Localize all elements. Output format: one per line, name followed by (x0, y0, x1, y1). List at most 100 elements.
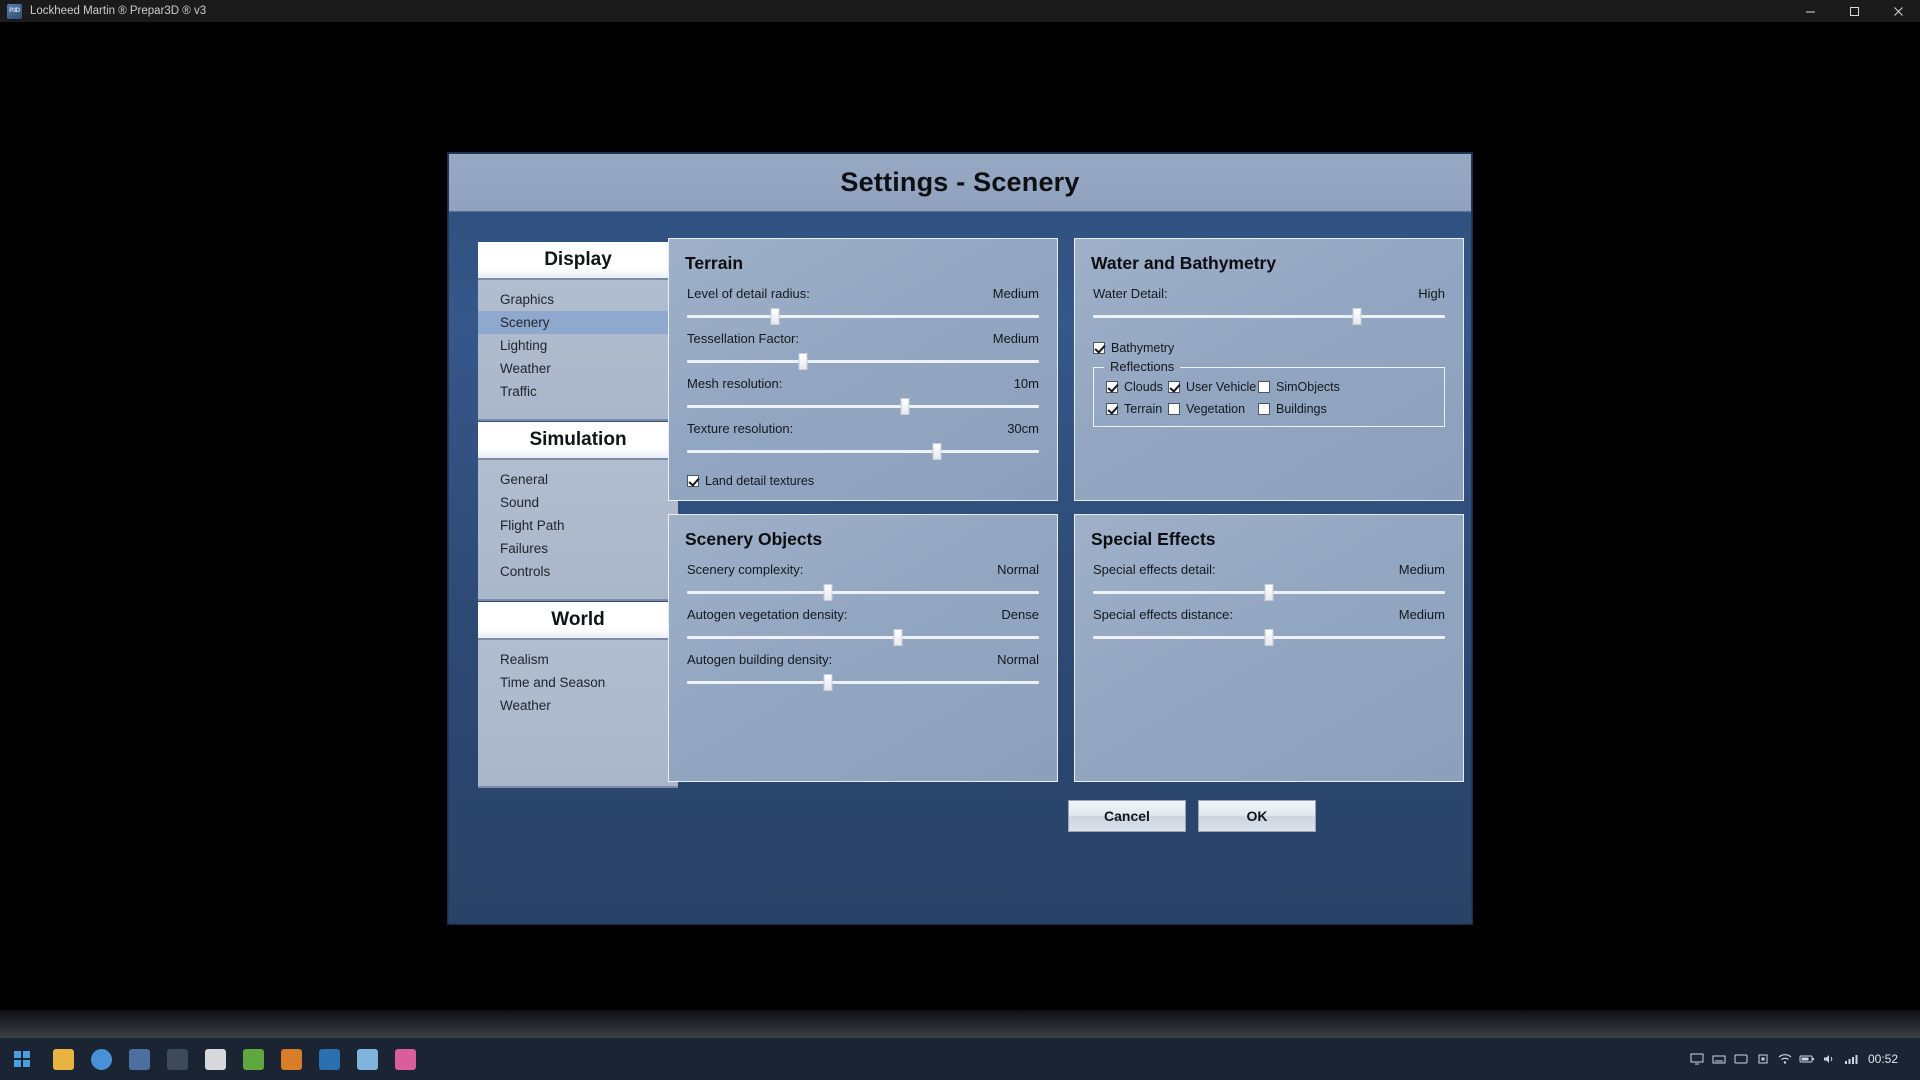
checkbox-reflections-simobjects[interactable]: SimObjects (1258, 380, 1432, 394)
taskbar-app-blue[interactable] (310, 1038, 348, 1080)
slider-thumb[interactable] (1352, 308, 1362, 325)
slider-track (687, 450, 1039, 453)
checkbox-reflections-terrain[interactable]: Terrain (1106, 402, 1168, 416)
slider-thumb[interactable] (823, 674, 833, 691)
sidebar-item-lighting[interactable]: Lighting (478, 334, 678, 357)
battery-icon[interactable] (1796, 1038, 1818, 1080)
taskbar-app-file-explorer[interactable] (44, 1038, 82, 1080)
slider-thumb[interactable] (900, 398, 910, 415)
checkbox-icon[interactable] (1106, 381, 1118, 393)
setting-label: Mesh resolution: (687, 376, 783, 391)
checkbox-icon[interactable] (1093, 342, 1105, 354)
taskbar-app-prepar3d[interactable] (120, 1038, 158, 1080)
checkbox-icon[interactable] (1258, 403, 1270, 415)
slider-track (687, 636, 1039, 639)
checkbox-icon[interactable] (1106, 403, 1118, 415)
slider-tessellation-factor[interactable] (687, 352, 1039, 370)
setting-autogen-building-density: Autogen building density: Normal (687, 646, 1039, 691)
taskbar-app-orange[interactable] (272, 1038, 310, 1080)
slider-mesh-resolution[interactable] (687, 397, 1039, 415)
slider-autogen-vegetation-density[interactable] (687, 628, 1039, 646)
slider-texture-resolution[interactable] (687, 442, 1039, 460)
sidebar-item-world-weather[interactable]: Weather (478, 694, 678, 717)
maximize-icon[interactable] (1832, 0, 1876, 22)
chip-icon[interactable] (1752, 1038, 1774, 1080)
ok-button[interactable]: OK (1198, 800, 1316, 832)
nav-header-label: World (551, 609, 605, 630)
network-icon[interactable] (1840, 1038, 1862, 1080)
sidebar-item-weather[interactable]: Weather (478, 357, 678, 380)
volume-icon[interactable] (1818, 1038, 1840, 1080)
setting-scenery-complexity: Scenery complexity: Normal (687, 556, 1039, 601)
taskbar-app-chrome-browser[interactable] (82, 1038, 120, 1080)
taskbar-app-pink[interactable] (386, 1038, 424, 1080)
slider-level-of-detail-radius[interactable] (687, 307, 1039, 325)
checkbox-bathymetry[interactable]: Bathymetry (1093, 341, 1463, 355)
checkbox-icon[interactable] (1258, 381, 1270, 393)
checkbox-reflections-vegetation[interactable]: Vegetation (1168, 402, 1258, 416)
sidebar-item-general[interactable]: General (478, 468, 678, 491)
keyboard-icon[interactable] (1708, 1038, 1730, 1080)
slider-water-detail[interactable] (1093, 307, 1445, 325)
settings-dialog: Settings - Scenery Display Graphics Scen… (448, 153, 1472, 924)
sidebar-item-scenery[interactable]: Scenery (478, 311, 678, 334)
taskbar-app-tool[interactable] (158, 1038, 196, 1080)
nav-header-label: Simulation (529, 429, 627, 450)
sidebar-item-graphics[interactable]: Graphics (478, 288, 678, 311)
sidebar-item-failures[interactable]: Failures (478, 537, 678, 560)
slider-track (687, 681, 1039, 684)
sidebar-item-flight-path[interactable]: Flight Path (478, 514, 678, 537)
checkbox-reflections-buildings[interactable]: Buildings (1258, 402, 1432, 416)
slider-autogen-building-density[interactable] (687, 673, 1039, 691)
sidebar-item-time-and-season[interactable]: Time and Season (478, 671, 678, 694)
sidebar-item-traffic[interactable]: Traffic (478, 380, 678, 403)
minimize-icon[interactable] (1788, 0, 1832, 22)
taskbar-app-notepad[interactable] (196, 1038, 234, 1080)
slider-special-effects-distance[interactable] (1093, 628, 1445, 646)
window-controls (1788, 0, 1920, 22)
checkbox-land-detail-textures[interactable]: Land detail textures (687, 474, 1057, 488)
nav-group-simulation: Simulation General Sound Flight Path Fai… (478, 422, 678, 601)
sidebar-item-sound[interactable]: Sound (478, 491, 678, 514)
slider-track (1093, 315, 1445, 318)
dialog-footer: Cancel OK (449, 800, 1471, 860)
wifi-icon[interactable] (1774, 1038, 1796, 1080)
dialog-header: Settings - Scenery (449, 154, 1471, 212)
setting-value: Normal (997, 652, 1039, 667)
monitor-icon[interactable] (1686, 1038, 1708, 1080)
slider-special-effects-detail[interactable] (1093, 583, 1445, 601)
checkbox-label: Terrain (1124, 402, 1163, 416)
taskbar-clock[interactable]: 00:52 (1862, 1053, 1908, 1065)
screen: P3D Lockheed Martin ® Prepar3D ® v3 Sett… (0, 0, 1920, 1080)
setting-tessellation-factor: Tessellation Factor: Medium (687, 325, 1039, 370)
slider-thumb[interactable] (798, 353, 808, 370)
checkbox-label: Land detail textures (705, 474, 815, 488)
checkbox-reflections-user-vehicle[interactable]: User Vehicle (1168, 380, 1258, 394)
sidebar-item-realism[interactable]: Realism (478, 648, 678, 671)
taskbar-app-chart[interactable] (348, 1038, 386, 1080)
panel-scenery-objects: Scenery Objects Scenery complexity: Norm… (668, 514, 1058, 782)
setting-autogen-vegetation-density: Autogen vegetation density: Dense (687, 601, 1039, 646)
slider-thumb[interactable] (823, 584, 833, 601)
display-icon[interactable] (1730, 1038, 1752, 1080)
checkbox-icon[interactable] (1168, 403, 1180, 415)
taskbar-app-green[interactable] (234, 1038, 272, 1080)
slider-scenery-complexity[interactable] (687, 583, 1039, 601)
setting-value: Medium (1398, 562, 1445, 577)
close-icon[interactable] (1876, 0, 1920, 22)
checkbox-icon[interactable] (687, 475, 699, 487)
slider-thumb[interactable] (770, 308, 780, 325)
slider-thumb[interactable] (1264, 584, 1274, 601)
cancel-button[interactable]: Cancel (1068, 800, 1186, 832)
checkbox-icon[interactable] (1168, 381, 1180, 393)
slider-thumb[interactable] (1264, 629, 1274, 646)
p3d-app-icon: P3D (7, 3, 22, 19)
start-button[interactable] (0, 1038, 44, 1080)
slider-thumb[interactable] (932, 443, 942, 460)
setting-mesh-resolution: Mesh resolution: 10m (687, 370, 1039, 415)
system-tray: 00:52 (1686, 1038, 1920, 1080)
show-desktop-button[interactable] (1908, 1038, 1914, 1080)
checkbox-reflections-clouds[interactable]: Clouds (1106, 380, 1168, 394)
slider-thumb[interactable] (893, 629, 903, 646)
sidebar-item-controls[interactable]: Controls (478, 560, 678, 583)
